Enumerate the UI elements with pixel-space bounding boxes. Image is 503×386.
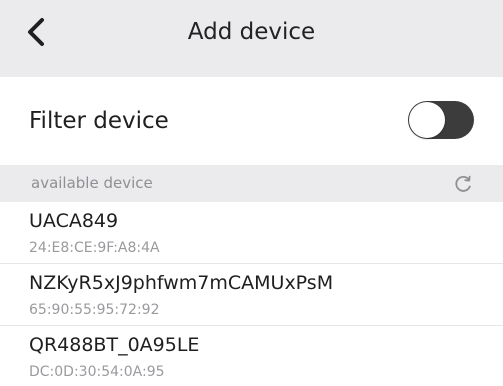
device-name: QR488BT_0A95LE: [29, 334, 200, 356]
device-list: UACA849 24:E8:CE:9F:A8:4A NZKyR5xJ9phfwm…: [0, 202, 503, 386]
refresh-icon: [455, 175, 471, 192]
header-bar: Add device: [0, 0, 503, 77]
device-mac-address: 65:90:55:95:72:92: [29, 302, 160, 318]
device-list-item[interactable]: UACA849 24:E8:CE:9F:A8:4A: [0, 202, 503, 264]
device-mac-address: 24:E8:CE:9F:A8:4A: [29, 240, 160, 256]
page-title: Add device: [187, 19, 316, 45]
device-name: UACA849: [29, 210, 119, 232]
filter-device-row: Filter device: [0, 77, 503, 165]
device-name: NZKyR5xJ9phfwm7mCAMUxPsM: [29, 272, 334, 294]
refresh-button[interactable]: [450, 171, 476, 197]
device-list-item[interactable]: NZKyR5xJ9phfwm7mCAMUxPsM 65:90:55:95:72:…: [0, 264, 503, 326]
filter-device-label: Filter device: [29, 108, 169, 134]
device-list-item[interactable]: QR488BT_0A95LE DC:0D:30:54:0A:95: [0, 326, 503, 386]
device-mac-address: DC:0D:30:54:0A:95: [29, 364, 165, 380]
section-label: available device: [31, 174, 153, 192]
available-device-header: available device: [0, 165, 503, 202]
filter-device-toggle[interactable]: [408, 101, 474, 139]
toggle-knob: [409, 102, 445, 138]
add-device-screen: Add device Filter device available devic…: [0, 0, 503, 386]
